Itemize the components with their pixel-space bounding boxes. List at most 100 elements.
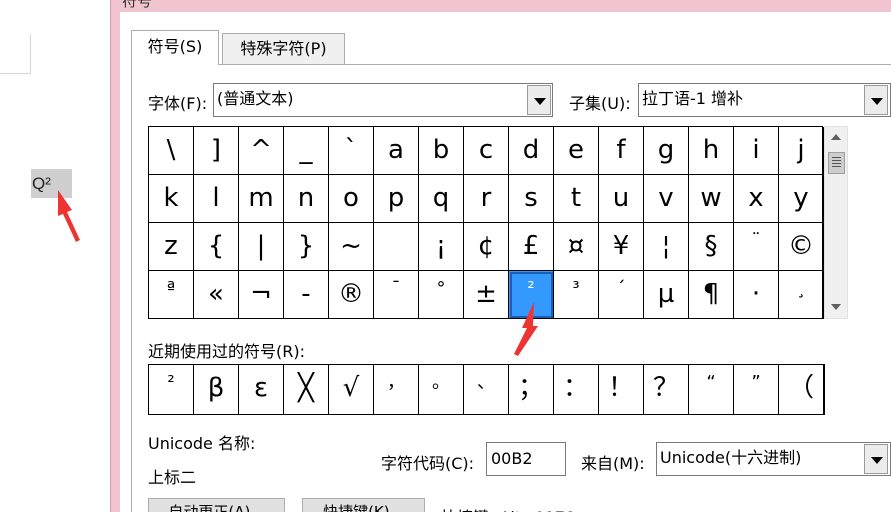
symbol-cell[interactable]: n xyxy=(284,175,329,223)
red-arrow-icon xyxy=(514,302,538,356)
symbol-cell[interactable]: q xyxy=(419,175,464,223)
symbol-cell[interactable]: \ xyxy=(149,127,194,175)
shortcut-key-button[interactable]: 快捷键(K)... xyxy=(302,498,425,512)
symbol-cell[interactable]: ± xyxy=(464,271,509,319)
subset-label: 子集(U): xyxy=(569,94,631,113)
recent-symbols-grid[interactable]: ² β ε ╳ √，。、；：！？ “” （ xyxy=(148,364,825,415)
font-label: 字体(F): xyxy=(148,94,208,113)
symbol-cell[interactable]: s xyxy=(509,175,554,223)
symbol-cell[interactable]: ¦ xyxy=(644,223,689,271)
recent-symbol-cell[interactable]: ； xyxy=(509,365,554,414)
symbol-cell[interactable]: z xyxy=(149,223,194,271)
from-dropdown-button[interactable] xyxy=(864,444,888,474)
symbol-cell[interactable]: © xyxy=(779,223,824,271)
scroll-thumb[interactable] xyxy=(828,152,845,174)
symbol-cell[interactable]: ` xyxy=(329,127,374,175)
symbol-cell[interactable]: e xyxy=(554,127,599,175)
symbol-cell[interactable]: h xyxy=(689,127,734,175)
recent-symbol-cell[interactable]: ， xyxy=(374,365,419,414)
symbol-cell[interactable]: a xyxy=(374,127,419,175)
chevron-down-icon xyxy=(871,98,883,105)
scroll-down-icon[interactable] xyxy=(831,304,841,310)
symbol-cell[interactable]: x xyxy=(734,175,779,223)
char-code-input[interactable]: 00B2 xyxy=(486,442,566,476)
recent-symbol-cell[interactable]: ╳ xyxy=(284,365,329,414)
scroll-up-icon[interactable] xyxy=(831,134,841,140)
symbol-cell[interactable]: v xyxy=(644,175,689,223)
symbol-cell[interactable]: f xyxy=(599,127,644,175)
symbol-cell[interactable]: ] xyxy=(194,127,239,175)
symbol-cell[interactable]: b xyxy=(419,127,464,175)
symbol-cell[interactable]: ¶ xyxy=(689,271,734,319)
symbol-cell[interactable]: l xyxy=(194,175,239,223)
symbol-grid[interactable]: \] ^ _ ` a b c d e f g h i j k l m n o p q r s t u v w x y z{|} ~ ¡ ¢ £ ¤ ¥… xyxy=(148,126,824,319)
symbol-cell[interactable]: ¥ xyxy=(599,223,644,271)
subset-select[interactable]: 拉丁语-1 增补 xyxy=(638,83,891,117)
recent-symbols-label: 近期使用过的符号(R): xyxy=(148,342,305,361)
symbol-cell[interactable]: o xyxy=(329,175,374,223)
recent-symbol-cell[interactable]: 。 xyxy=(419,365,464,414)
symbol-cell[interactable]: ¨ xyxy=(734,223,779,271)
symbol-cell[interactable]: ° xyxy=(419,271,464,319)
font-dropdown-button[interactable] xyxy=(527,85,551,115)
symbol-cell[interactable]: | xyxy=(239,223,284,271)
symbol-cell[interactable] xyxy=(374,223,419,271)
symbol-cell[interactable]: d xyxy=(509,127,554,175)
char-code-label: 字符代码(C): xyxy=(381,454,475,473)
symbol-cell[interactable]: u xyxy=(599,175,644,223)
symbol-cell[interactable]: ¸ xyxy=(779,271,824,319)
symbol-cell[interactable]: _ xyxy=(284,127,329,175)
symbol-cell[interactable]: } xyxy=(284,223,329,271)
symbol-cell[interactable]: ~ xyxy=(329,223,374,271)
symbol-cell[interactable]: ¢ xyxy=(464,223,509,271)
recent-symbol-cell[interactable]: （ xyxy=(779,365,824,414)
tab-special-characters[interactable]: 特殊字符(P) xyxy=(222,33,345,64)
symbol-cell[interactable]: i xyxy=(734,127,779,175)
symbol-cell[interactable]: k xyxy=(149,175,194,223)
red-arrow-icon xyxy=(58,190,80,242)
tab-symbols[interactable]: 符号(S) xyxy=(131,30,219,65)
symbol-cell[interactable]: · xyxy=(734,271,779,319)
recent-symbol-cell[interactable]: ？ xyxy=(644,365,689,414)
recent-symbol-cell[interactable]: ！ xyxy=(599,365,644,414)
recent-symbol-cell[interactable]: ² xyxy=(149,365,194,414)
symbol-cell[interactable]: w xyxy=(689,175,734,223)
recent-symbol-cell[interactable]: ” xyxy=(734,365,779,414)
symbol-cell[interactable]: « xyxy=(194,271,239,319)
autocorrect-button[interactable]: 自动更正(A)... xyxy=(148,498,285,512)
symbol-cell[interactable]: £ xyxy=(509,223,554,271)
symbol-cell[interactable]: r xyxy=(464,175,509,223)
symbol-cell[interactable]: ¯ xyxy=(374,271,419,319)
symbol-cell[interactable]: ª xyxy=(149,271,194,319)
symbol-cell[interactable]: ´ xyxy=(599,271,644,319)
recent-symbol-cell[interactable]: 、 xyxy=(464,365,509,414)
symbol-cell[interactable]: ¬ xyxy=(239,271,284,319)
symbol-cell[interactable]: t xyxy=(554,175,599,223)
symbol-cell[interactable]: j xyxy=(779,127,824,175)
subset-dropdown-button[interactable] xyxy=(864,85,888,115)
symbol-cell[interactable]: y xyxy=(779,175,824,223)
from-select[interactable]: Unicode(十六进制) xyxy=(656,442,891,476)
recent-symbol-cell[interactable]: “ xyxy=(689,365,734,414)
symbol-cell[interactable]: ® xyxy=(329,271,374,319)
symbol-cell[interactable]: g xyxy=(644,127,689,175)
recent-symbol-cell[interactable]: ε xyxy=(239,365,284,414)
font-select[interactable]: (普通文本) xyxy=(213,83,553,117)
recent-symbol-cell[interactable]: β xyxy=(194,365,239,414)
symbol-cell[interactable]: § xyxy=(689,223,734,271)
symbol-cell[interactable]: ¤ xyxy=(554,223,599,271)
symbol-grid-scrollbar[interactable] xyxy=(824,126,848,319)
symbol-cell[interactable]: m xyxy=(239,175,284,223)
symbol-cell[interactable]: p xyxy=(374,175,419,223)
subset-select-value: 拉丁语-1 增补 xyxy=(642,89,744,108)
recent-symbol-cell[interactable]: √ xyxy=(329,365,374,414)
symbol-cell[interactable]: ³ xyxy=(554,271,599,319)
symbol-cell[interactable]: - xyxy=(284,271,329,319)
symbol-cell[interactable]: ^ xyxy=(239,127,284,175)
font-select-value: (普通文本) xyxy=(217,89,294,108)
symbol-cell[interactable]: { xyxy=(194,223,239,271)
symbol-cell[interactable]: ¡ xyxy=(419,223,464,271)
symbol-cell[interactable]: µ xyxy=(644,271,689,319)
recent-symbol-cell[interactable]: ： xyxy=(554,365,599,414)
symbol-cell[interactable]: c xyxy=(464,127,509,175)
